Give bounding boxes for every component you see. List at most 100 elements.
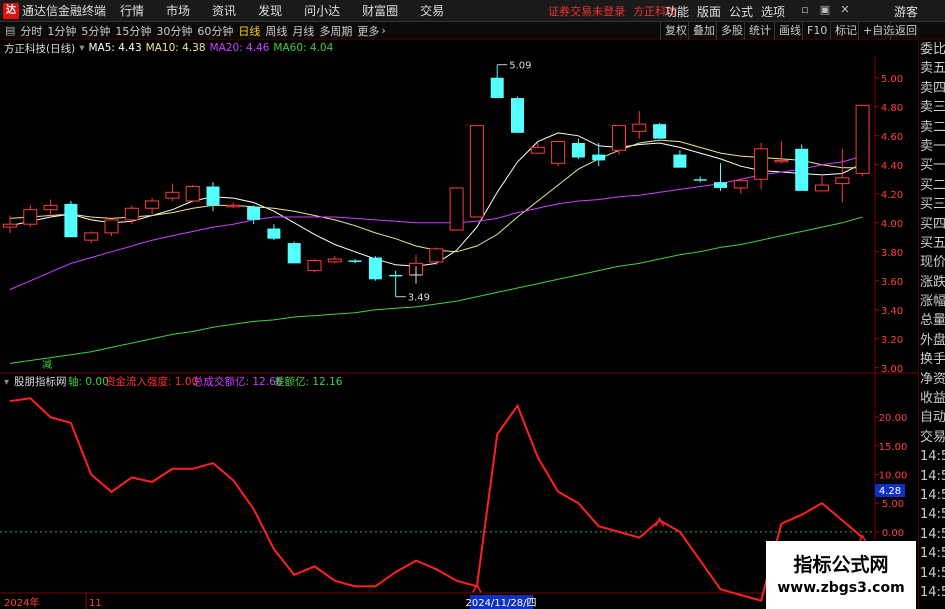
candle-body-up [23, 209, 38, 225]
title-bar: 达 通达信金融终端 行情 市场 资讯 发现 问小达 财富圈 交易 证券交易未登录… [0, 0, 945, 22]
period-15min[interactable]: 15分钟 [115, 23, 151, 39]
menu-formula[interactable]: 公式 [729, 3, 753, 20]
side-item-12[interactable]: 涨跌 [919, 273, 945, 292]
side-item-24[interactable]: 14:56 [919, 505, 945, 524]
menu-discover[interactable]: 发现 [258, 2, 282, 19]
price-tick-label: 5.00 [881, 74, 903, 85]
candle-body-up [733, 180, 748, 189]
menu-quotes[interactable]: 行情 [120, 2, 144, 19]
ma-line-ma60 [9, 216, 863, 364]
side-item-8[interactable]: 买三 [919, 195, 945, 214]
side-item-10[interactable]: 买五 [919, 234, 945, 253]
side-item-13[interactable]: 涨幅 [919, 292, 945, 311]
candle-body-up [145, 200, 160, 209]
kline-chart[interactable]: 5.00 4.80 4.60 4.40 4.20 4.00 3.80 3.60 3.40 3.20… [0, 40, 918, 609]
chevron-right-icon[interactable]: › [381, 24, 385, 37]
period-multi[interactable]: 多周期 [319, 23, 352, 39]
candle-body-down [490, 77, 504, 99]
date-start: 2024年 [4, 596, 39, 609]
side-item-0[interactable]: 委比 [919, 40, 945, 59]
side-item-1[interactable]: 卖五 [919, 59, 945, 78]
tool-draw[interactable]: 画线 [774, 22, 805, 40]
menu-wealth[interactable]: 财富圈 [362, 2, 398, 19]
candle-body-up [469, 125, 484, 218]
ma-line-ma20 [9, 155, 863, 290]
period-more[interactable]: 更多 [357, 23, 379, 39]
skin-icon[interactable]: ▫ [797, 2, 813, 18]
side-item-16[interactable]: 换手 [919, 350, 945, 369]
candle-body-up [327, 258, 342, 263]
tool-adjust[interactable]: 复权 [660, 22, 691, 40]
candle-body-up [530, 146, 545, 154]
side-item-19[interactable]: 自动 [919, 408, 945, 427]
side-item-11[interactable]: 现价 [919, 253, 945, 272]
login-status[interactable]: 证券交易未登录 [548, 3, 625, 19]
candle-body-up [551, 141, 566, 164]
tool-f10[interactable]: F10 [802, 22, 831, 40]
candle-body-up [815, 184, 829, 192]
menu-ask[interactable]: 问小达 [304, 2, 340, 19]
side-item-7[interactable]: 买二 [919, 176, 945, 195]
side-item-9[interactable]: 买四 [919, 215, 945, 234]
candle-body-up [185, 186, 200, 202]
period-daily[interactable]: 日线 [238, 23, 260, 39]
period-5min[interactable]: 5分钟 [81, 23, 110, 39]
dropdown-icon: ▾ [4, 377, 9, 388]
tool-overlay[interactable]: 叠加 [688, 22, 719, 40]
menu-market[interactable]: 市场 [166, 2, 190, 19]
date-cursor-label: 2024/11/28/四 [465, 598, 536, 609]
side-item-28[interactable]: 14:56 [919, 583, 945, 602]
candle-body-up [3, 223, 17, 228]
side-item-22[interactable]: 14:56 [919, 467, 945, 486]
period-30min[interactable]: 30分钟 [156, 23, 192, 39]
candle-body-up [754, 148, 769, 180]
list-icon[interactable]: ▤ [5, 24, 15, 37]
sub-tick-label: 15.00 [879, 442, 908, 453]
candle-body-down [673, 154, 687, 168]
watermark: 指标公式网 www.zbgs3.com [766, 541, 916, 609]
side-item-6[interactable]: 买一 [919, 156, 945, 175]
period-minute[interactable]: 分时 [20, 23, 42, 39]
side-item-25[interactable]: 14:56 [919, 525, 945, 544]
tool-back[interactable]: 返回 [890, 22, 921, 40]
side-item-14[interactable]: 总量 [919, 311, 945, 330]
side-item-4[interactable]: 卖二 [919, 118, 945, 137]
side-item-2[interactable]: 卖四 [919, 79, 945, 98]
reduce-label: 减 [42, 359, 52, 371]
indicator-name: 股朋指标网 [14, 375, 67, 388]
period-60min[interactable]: 60分钟 [197, 23, 233, 39]
ma-line-ma5 [9, 132, 863, 267]
side-panel: 委比 卖五 卖四 卖三 卖二 卖一 买一 买二 买三 买四 买五 现价 涨跌 涨幅 总量 外盘 换手 净资 收益 自动… [918, 40, 945, 609]
candle-body-up [612, 125, 626, 151]
side-item-26[interactable]: 14:56 [919, 544, 945, 563]
side-item-17[interactable]: 净资 [919, 370, 945, 389]
user-label[interactable]: 游客 [894, 3, 918, 20]
date-month: 11 [89, 598, 102, 609]
side-item-23[interactable]: 14:56 [919, 486, 945, 505]
tool-stats[interactable]: 统计 [744, 22, 775, 40]
menu-function[interactable]: 功能 [665, 3, 689, 20]
side-item-27[interactable]: 14:56 [919, 564, 945, 583]
menu-layout[interactable]: 版面 [697, 3, 721, 20]
app-logo-icon: 达 [3, 2, 19, 19]
close-icon[interactable]: ✕ [837, 2, 853, 18]
side-item-3[interactable]: 卖三 [919, 98, 945, 117]
restore-icon[interactable]: ▣ [817, 2, 833, 18]
period-monthly[interactable]: 月线 [292, 23, 314, 39]
period-1min[interactable]: 1分钟 [47, 23, 76, 39]
candle-body-down [693, 179, 707, 181]
sub-tick-label: 10.00 [879, 471, 908, 482]
high-label: 5.09 [509, 61, 531, 72]
candle-body-up [226, 204, 241, 208]
side-item-20[interactable]: 交易 [919, 428, 945, 447]
side-item-21[interactable]: 14:56 [919, 447, 945, 466]
menu-news[interactable]: 资讯 [212, 2, 236, 19]
side-item-18[interactable]: 收益 [919, 389, 945, 408]
side-item-5[interactable]: 卖一 [919, 137, 945, 156]
side-item-15[interactable]: 外盘 [919, 331, 945, 350]
menu-trade[interactable]: 交易 [420, 2, 444, 19]
tool-mark[interactable]: 标记 [830, 22, 861, 40]
tool-multi[interactable]: 多股 [716, 22, 747, 40]
menu-options[interactable]: 选项 [761, 3, 785, 20]
period-weekly[interactable]: 周线 [265, 23, 287, 39]
